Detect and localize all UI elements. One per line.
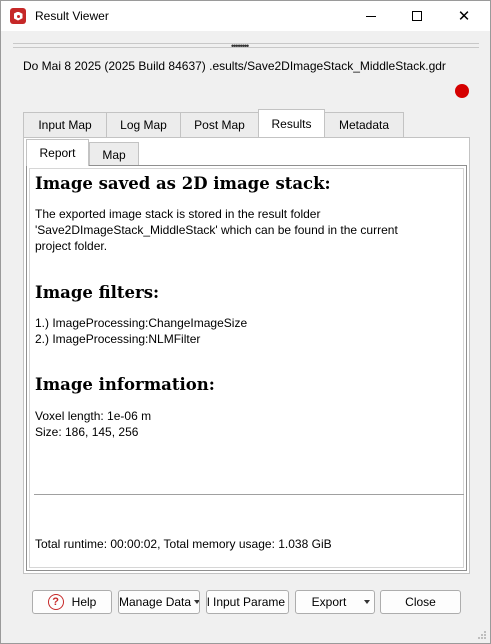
saved-text-line: 'Save2DImageStack_MiddleStack' which can…	[35, 223, 398, 237]
report-content: Image saved as 2D image stack: The expor…	[29, 168, 464, 568]
tab-label: Log Map	[120, 118, 167, 132]
subtab-report[interactable]: Report	[26, 139, 89, 166]
filter-item: 1.) ImageProcessing:ChangeImageSize	[35, 316, 248, 330]
close-icon: ✕	[457, 7, 471, 25]
maximize-icon	[412, 11, 422, 21]
subtab-map[interactable]: Map	[89, 142, 139, 166]
subtab-label: Map	[102, 147, 126, 162]
help-icon: ?	[47, 594, 64, 610]
tab-input-map[interactable]: Input Map	[23, 112, 107, 137]
close-label: Close	[405, 595, 436, 609]
saved-text-line: project folder.	[35, 239, 108, 253]
window-title: Result Viewer	[35, 9, 109, 23]
manage-data-button[interactable]: Manage Data	[118, 590, 200, 614]
subtab-label: Report	[39, 146, 76, 160]
title-bar[interactable]: Result Viewer ✕	[1, 1, 490, 31]
result-file-path: Do Mai 8 2025 (2025 Build 84637) .esults…	[23, 59, 446, 73]
info-heading: Image information:	[35, 375, 215, 394]
input-parameters-button[interactable]: l Input Parame	[206, 590, 289, 614]
maximize-button[interactable]	[394, 1, 440, 31]
help-button[interactable]: ? Help	[32, 590, 112, 614]
voxel-length: Voxel length: 1e-06 m	[35, 409, 152, 423]
export-dropdown[interactable]	[356, 591, 374, 613]
splitter-grip-icon: ••••••••	[231, 41, 249, 51]
close-window-button[interactable]: ✕	[441, 1, 487, 31]
tab-results[interactable]: Results	[258, 109, 325, 137]
tab-post-map[interactable]: Post Map	[180, 112, 259, 137]
tab-label: Metadata	[338, 118, 390, 132]
export-label: Export	[311, 595, 347, 609]
filters-heading: Image filters:	[35, 283, 160, 302]
runtime-summary: Total runtime: 00:00:02, Total memory us…	[35, 537, 332, 551]
saved-text-line: The exported image stack is stored in th…	[35, 207, 321, 221]
saved-heading: Image saved as 2D image stack:	[35, 174, 331, 193]
input-parameters-label: l Input Parame	[207, 595, 286, 609]
tab-log-map[interactable]: Log Map	[106, 112, 181, 137]
tab-metadata[interactable]: Metadata	[324, 112, 404, 137]
tab-label: Input Map	[38, 118, 92, 132]
minimize-button[interactable]	[348, 1, 394, 31]
chevron-down-icon	[194, 600, 199, 604]
chevron-down-icon	[363, 600, 370, 604]
tab-label: Results	[271, 116, 312, 131]
minimize-icon	[366, 15, 376, 17]
divider	[34, 494, 464, 495]
export-button[interactable]: Export	[295, 590, 375, 614]
help-label: Help	[71, 595, 97, 609]
manage-data-label: Manage Data	[119, 595, 192, 609]
resize-grip-icon[interactable]	[477, 630, 487, 640]
result-viewer-window: Result Viewer ✕ •••••••• Do Mai 8 2025 (…	[0, 0, 491, 644]
image-size: Size: 186, 145, 256	[35, 425, 139, 439]
status-indicator	[455, 84, 469, 98]
tab-label: Post Map	[194, 118, 245, 132]
app-logo-icon	[10, 8, 26, 24]
filter-item: 2.) ImageProcessing:NLMFilter	[35, 332, 201, 346]
close-button[interactable]: Close	[380, 590, 461, 614]
report-viewer[interactable]: Image saved as 2D image stack: The expor…	[26, 165, 467, 571]
